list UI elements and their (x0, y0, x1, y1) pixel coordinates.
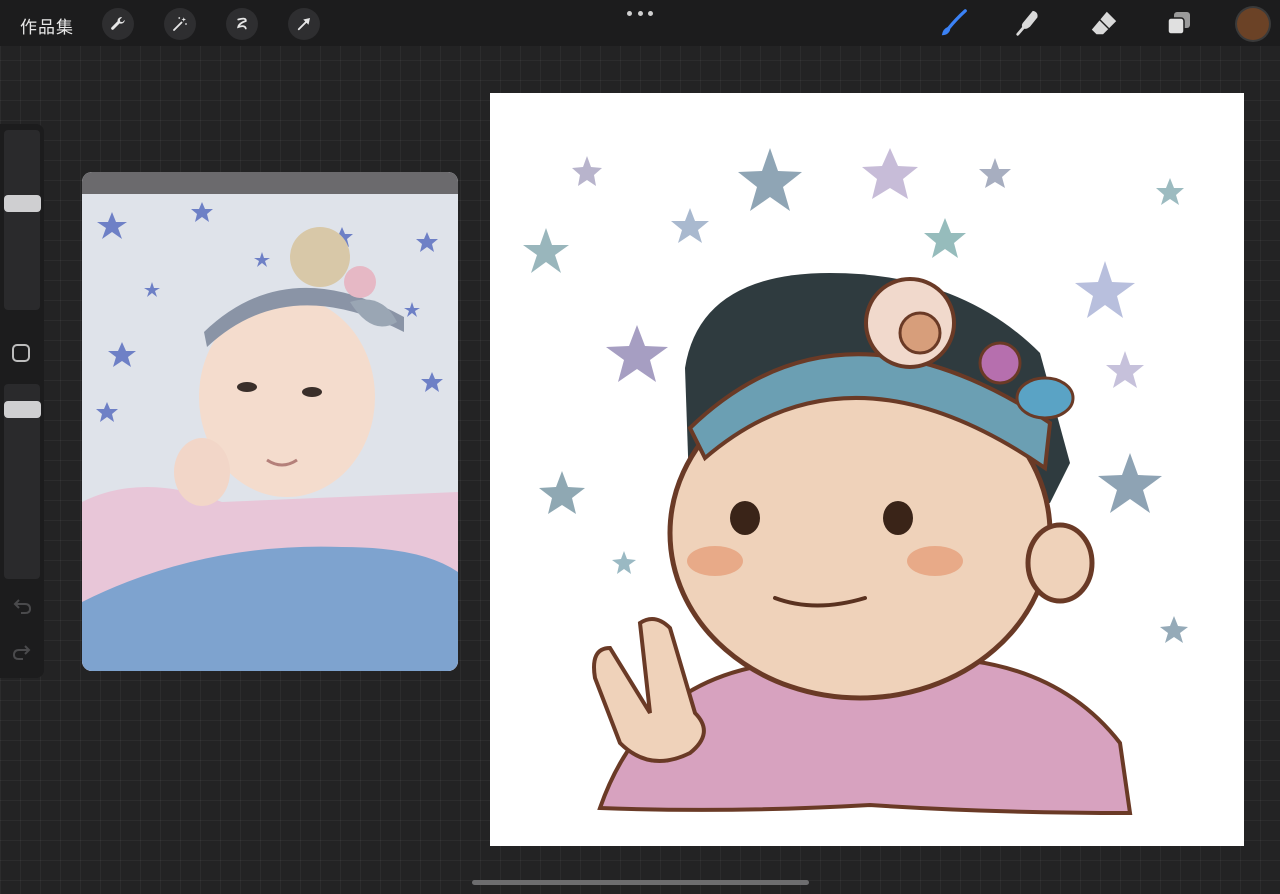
modifier-button[interactable] (12, 344, 30, 362)
opacity-thumb[interactable] (4, 401, 41, 418)
artwork-illustration (523, 148, 1188, 816)
smudge-icon[interactable] (1014, 8, 1044, 38)
eraser-icon[interactable] (1089, 8, 1119, 38)
gallery-button[interactable]: 作品集 (20, 13, 74, 38)
more-options-icon[interactable] (627, 6, 653, 20)
redo-icon[interactable] (12, 644, 32, 665)
baby-drawing (592, 273, 1133, 816)
reference-photo[interactable] (82, 172, 458, 671)
move-arrow-icon[interactable] (288, 8, 320, 40)
left-sidebar (0, 124, 44, 678)
brush-icon[interactable] (939, 8, 969, 38)
top-toolbar: 作品集 (0, 0, 1280, 46)
color-picker-button[interactable] (1237, 8, 1269, 40)
magic-wand-icon[interactable] (164, 8, 196, 40)
undo-icon[interactable] (12, 598, 32, 619)
layers-icon[interactable] (1164, 8, 1194, 38)
home-indicator (472, 880, 809, 885)
brush-size-slider[interactable] (4, 130, 40, 310)
drawing-canvas[interactable] (490, 93, 1244, 846)
reference-photo-image (82, 172, 458, 671)
wrench-icon[interactable] (102, 8, 134, 40)
brush-size-thumb[interactable] (4, 195, 41, 212)
selection-icon[interactable] (226, 8, 258, 40)
